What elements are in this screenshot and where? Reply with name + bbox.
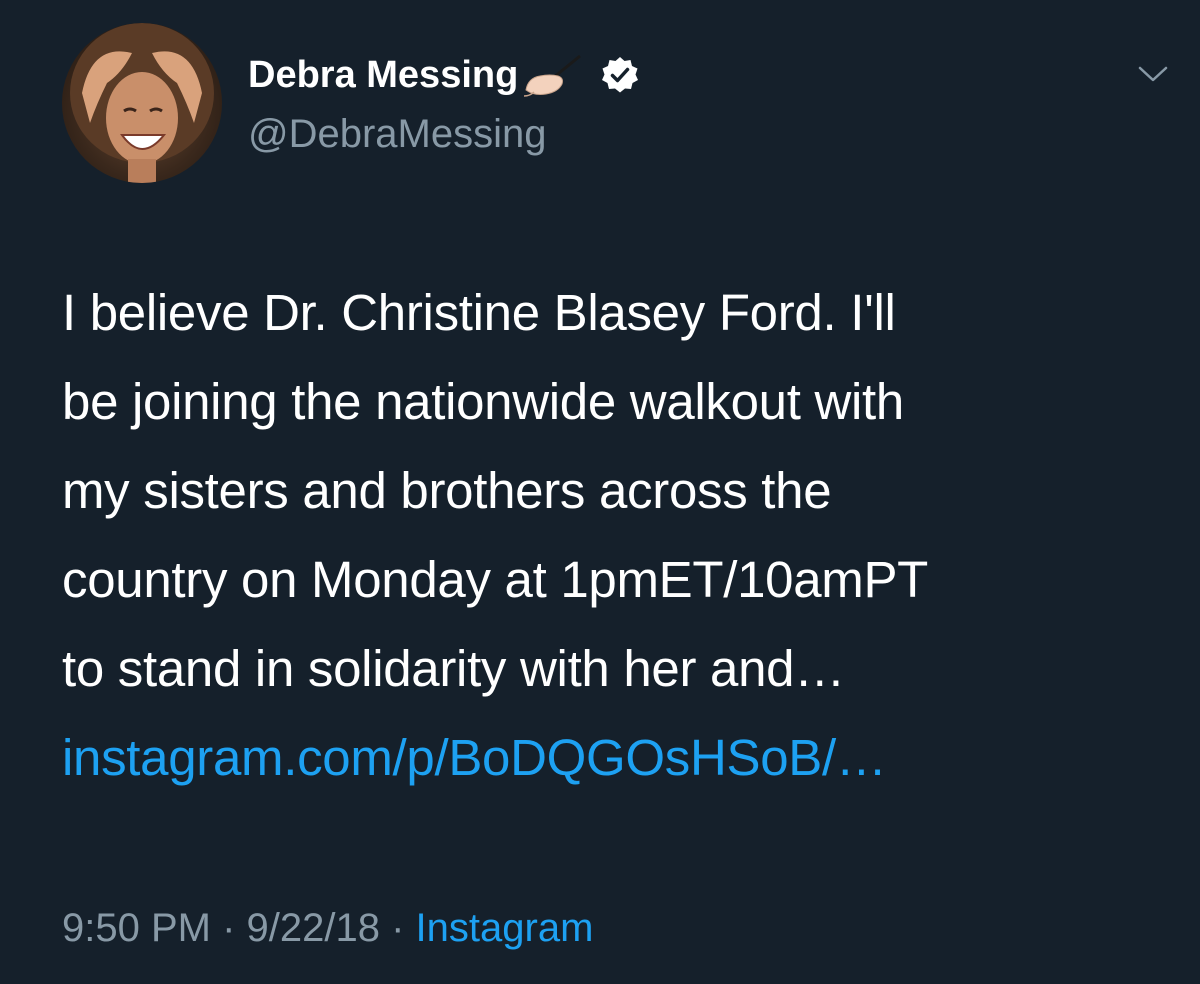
tweet-link-line: instagram.com/p/BoDQGOsHSoB/… <box>62 713 1172 802</box>
meta-separator: · <box>379 906 416 950</box>
tweet-time[interactable]: 9:50 PM <box>62 906 211 950</box>
author-display-name[interactable]: Debra Messing <box>248 54 518 97</box>
tweet-text-line: my sisters and brothers across the <box>62 462 832 519</box>
chevron-down-icon[interactable] <box>1136 58 1170 88</box>
author-name-row[interactable]: Debra Messing <box>248 50 640 100</box>
tweet-text-line: country on Monday at 1pmET/10amPT <box>62 551 929 608</box>
tweet-text-line: to stand in solidarity with her and… <box>62 640 845 697</box>
tweet-meta: 9:50 PM · 9/22/18 · Instagram <box>62 906 593 951</box>
avatar-photo <box>70 23 214 183</box>
tweet-date[interactable]: 9/22/18 <box>247 906 380 950</box>
tweet-text-line: be joining the nationwide walkout with <box>62 373 904 430</box>
verified-icon <box>600 55 640 95</box>
tweet-text: I believe Dr. Christine Blasey Ford. I'l… <box>62 268 1172 802</box>
avatar[interactable] <box>62 23 222 183</box>
writing-hand-emoji <box>520 52 586 98</box>
meta-separator: · <box>210 906 247 950</box>
tweet-card: Debra Messing @DebraMessing I believe Dr… <box>0 0 1200 984</box>
tweet-link[interactable]: instagram.com/p/BoDQGOsHSoB/… <box>62 729 887 786</box>
author-handle[interactable]: @DebraMessing <box>248 112 547 157</box>
tweet-text-line: I believe Dr. Christine Blasey Ford. I'l… <box>62 284 896 341</box>
tweet-source-link[interactable]: Instagram <box>416 906 594 950</box>
